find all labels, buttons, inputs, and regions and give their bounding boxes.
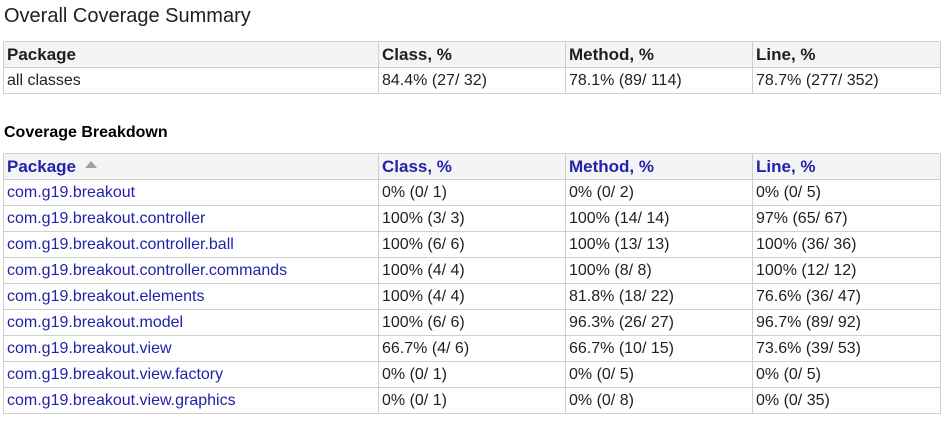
line-coverage-cell: 0% (0/ 5): [752, 361, 941, 388]
class-coverage-cell: 66.7% (4/ 6): [378, 335, 566, 362]
line-coverage-cell: 0% (0/ 35): [752, 387, 941, 414]
package-link[interactable]: com.g19.breakout.controller: [7, 210, 205, 227]
summary-header-class: Class, %: [378, 41, 566, 68]
sort-by-method-header[interactable]: Method, %: [565, 153, 753, 180]
table-row: com.g19.breakout.view.factory 0% (0/ 1) …: [3, 361, 941, 388]
package-cell: com.g19.breakout.view.factory: [3, 361, 379, 388]
page-title: Overall Coverage Summary: [4, 5, 251, 27]
breakdown-title: Coverage Breakdown: [4, 124, 168, 141]
method-coverage-cell: 0% (0/ 2): [565, 179, 753, 206]
class-coverage-cell: 100% (6/ 6): [378, 309, 566, 336]
method-coverage-cell: 81.8% (18/ 22): [565, 283, 753, 310]
method-coverage-cell: 96.3% (26/ 27): [565, 309, 753, 336]
table-row: com.g19.breakout.view 66.7% (4/ 6) 66.7%…: [3, 335, 941, 362]
package-cell: com.g19.breakout.elements: [3, 283, 379, 310]
table-row: com.g19.breakout.controller.commands 100…: [3, 257, 941, 284]
sort-by-package-link[interactable]: Package: [7, 157, 76, 176]
summary-header-method: Method, %: [565, 41, 753, 68]
method-coverage-cell: 66.7% (10/ 15): [565, 335, 753, 362]
sort-by-line-link[interactable]: Line, %: [756, 157, 816, 176]
summary-table: Package Class, % Method, % Line, % all c…: [3, 41, 941, 94]
summary-cell-method: 78.1% (89/ 114): [565, 67, 753, 94]
table-row: com.g19.breakout 0% (0/ 1) 0% (0/ 2) 0% …: [3, 179, 941, 206]
package-cell: com.g19.breakout: [3, 179, 379, 206]
package-link[interactable]: com.g19.breakout: [7, 184, 135, 201]
summary-header-package: Package: [3, 41, 379, 68]
class-coverage-cell: 100% (4/ 4): [378, 257, 566, 284]
package-cell: com.g19.breakout.view.graphics: [3, 387, 379, 414]
class-coverage-cell: 100% (4/ 4): [378, 283, 566, 310]
package-link[interactable]: com.g19.breakout.model: [7, 314, 183, 331]
sort-by-line-header[interactable]: Line, %: [752, 153, 941, 180]
line-coverage-cell: 100% (36/ 36): [752, 231, 941, 258]
package-link[interactable]: com.g19.breakout.view: [7, 340, 172, 357]
line-coverage-cell: 96.7% (89/ 92): [752, 309, 941, 336]
table-row: com.g19.breakout.view.graphics 0% (0/ 1)…: [3, 387, 941, 414]
class-coverage-cell: 100% (3/ 3): [378, 205, 566, 232]
sort-ascending-icon[interactable]: [85, 161, 97, 169]
breakdown-table: Package Class, % Method, % Line, % com.g…: [3, 153, 941, 414]
sort-by-class-header[interactable]: Class, %: [378, 153, 566, 180]
table-row: com.g19.breakout.controller.ball 100% (6…: [3, 231, 941, 258]
method-coverage-cell: 0% (0/ 5): [565, 361, 753, 388]
class-coverage-cell: 0% (0/ 1): [378, 361, 566, 388]
summary-header-row: Package Class, % Method, % Line, %: [3, 41, 941, 68]
summary-cell-package: all classes: [3, 67, 379, 94]
package-link[interactable]: com.g19.breakout.controller.ball: [7, 236, 234, 253]
package-cell: com.g19.breakout.controller: [3, 205, 379, 232]
method-coverage-cell: 100% (8/ 8): [565, 257, 753, 284]
table-row: com.g19.breakout.controller 100% (3/ 3) …: [3, 205, 941, 232]
class-coverage-cell: 0% (0/ 1): [378, 179, 566, 206]
method-coverage-cell: 100% (13/ 13): [565, 231, 753, 258]
line-coverage-cell: 73.6% (39/ 53): [752, 335, 941, 362]
sort-by-package-header[interactable]: Package: [3, 153, 379, 180]
package-cell: com.g19.breakout.model: [3, 309, 379, 336]
package-link[interactable]: com.g19.breakout.view.graphics: [7, 392, 236, 409]
package-cell: com.g19.breakout.controller.commands: [3, 257, 379, 284]
package-cell: com.g19.breakout.controller.ball: [3, 231, 379, 258]
line-coverage-cell: 97% (65/ 67): [752, 205, 941, 232]
class-coverage-cell: 100% (6/ 6): [378, 231, 566, 258]
package-cell: com.g19.breakout.view: [3, 335, 379, 362]
summary-header-line: Line, %: [752, 41, 941, 68]
sort-by-class-link[interactable]: Class, %: [382, 157, 452, 176]
line-coverage-cell: 0% (0/ 5): [752, 179, 941, 206]
package-link[interactable]: com.g19.breakout.controller.commands: [7, 262, 287, 279]
method-coverage-cell: 100% (14/ 14): [565, 205, 753, 232]
sort-by-method-link[interactable]: Method, %: [569, 157, 654, 176]
summary-cell-line: 78.7% (277/ 352): [752, 67, 941, 94]
method-coverage-cell: 0% (0/ 8): [565, 387, 753, 414]
line-coverage-cell: 100% (12/ 12): [752, 257, 941, 284]
table-row: com.g19.breakout.model 100% (6/ 6) 96.3%…: [3, 309, 941, 336]
package-link[interactable]: com.g19.breakout.view.factory: [7, 366, 223, 383]
class-coverage-cell: 0% (0/ 1): [378, 387, 566, 414]
package-link[interactable]: com.g19.breakout.elements: [7, 288, 204, 305]
line-coverage-cell: 76.6% (36/ 47): [752, 283, 941, 310]
summary-cell-class: 84.4% (27/ 32): [378, 67, 566, 94]
breakdown-header-row: Package Class, % Method, % Line, %: [3, 153, 941, 180]
table-row: com.g19.breakout.elements 100% (4/ 4) 81…: [3, 283, 941, 310]
table-row: all classes 84.4% (27/ 32) 78.1% (89/ 11…: [3, 67, 941, 94]
